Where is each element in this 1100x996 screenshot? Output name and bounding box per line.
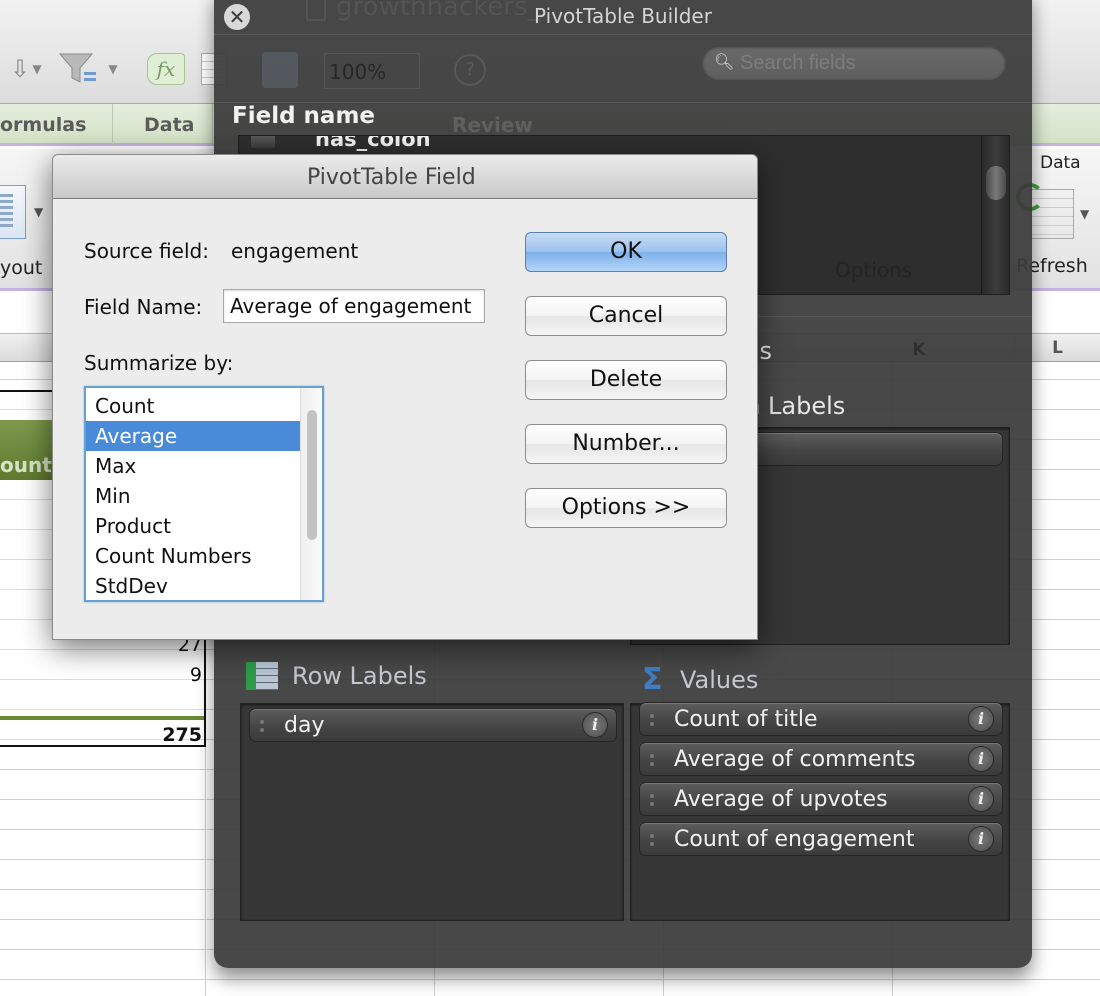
layout-button[interactable] <box>0 185 26 239</box>
pivot-total-border <box>0 716 204 720</box>
summarize-by-listbox[interactable]: Count Average Max Min Product Count Numb… <box>84 386 324 602</box>
dialog-titlebar[interactable]: PivotTable Field <box>53 155 757 199</box>
info-icon[interactable]: i <box>968 706 994 732</box>
cancel-button[interactable]: Cancel <box>525 296 727 336</box>
ghost-options-label: Options <box>835 258 913 282</box>
info-icon[interactable]: i <box>968 826 994 852</box>
drag-handle-icon[interactable] <box>640 783 664 815</box>
field-name-header: Field name <box>232 103 376 129</box>
summarize-option[interactable]: Max <box>86 451 300 481</box>
layout-label: yout <box>0 257 43 279</box>
info-icon[interactable]: i <box>968 746 994 772</box>
layout-dropdown-icon[interactable]: ▼ <box>34 205 43 219</box>
media-browser-icon <box>262 52 298 88</box>
pivottable-field-dialog: PivotTable Field Source field: engagemen… <box>52 154 758 640</box>
search-fields-field[interactable] <box>740 50 990 76</box>
refresh-dropdown-icon[interactable]: ▼ <box>1080 207 1089 221</box>
values-pill[interactable]: Average of comments i <box>639 742 1003 776</box>
ok-button[interactable]: OK <box>525 232 727 272</box>
field-list-scrollbar[interactable] <box>981 136 1009 294</box>
ghost-column-k: K <box>912 340 926 360</box>
field-list-item[interactable]: nas_colon <box>251 135 431 151</box>
source-field-value: engagement <box>231 239 359 263</box>
filter-icon[interactable] <box>56 52 100 86</box>
summarize-option[interactable]: Count <box>86 391 300 421</box>
field-name-label: Field Name: <box>84 295 203 319</box>
field-checkbox[interactable] <box>251 136 275 148</box>
summarize-option[interactable]: StdDev <box>86 571 300 600</box>
search-icon: 🔍︎ <box>714 52 735 71</box>
divider <box>214 34 1032 35</box>
dialog-title: PivotTable Field <box>307 165 476 190</box>
listbox-scroll-thumb[interactable] <box>307 410 317 540</box>
values-area[interactable]: Count of title i Average of comments i A… <box>630 702 1010 921</box>
row-labels-header: Row Labels <box>246 662 427 690</box>
summarize-option-selected[interactable]: Average <box>86 421 300 451</box>
field-list-scroll-thumb[interactable] <box>986 166 1006 200</box>
options-button[interactable]: Options >> <box>525 488 727 528</box>
values-pill[interactable]: Average of upvotes i <box>639 782 1003 816</box>
values-header: Σ Values <box>642 662 759 697</box>
summarize-option[interactable]: Min <box>86 481 300 511</box>
row-labels-icon <box>246 662 278 690</box>
search-fields-input[interactable]: 🔍︎ <box>702 46 1006 80</box>
tab-formulas[interactable]: ormulas <box>0 104 113 146</box>
layout-icon <box>0 194 13 230</box>
builder-titlebar[interactable]: ✕ PivotTable Builder <box>214 0 1032 30</box>
listbox-scrollbar[interactable] <box>300 388 322 600</box>
pivot-grand-total-cell[interactable]: 275 <box>162 724 202 746</box>
drag-handle-icon[interactable] <box>250 709 274 741</box>
summarize-by-label: Summarize by: <box>84 351 234 375</box>
sigma-icon: Σ <box>642 662 663 697</box>
function-icon[interactable]: fx <box>146 52 186 86</box>
values-pill[interactable]: Count of engagement i <box>639 822 1003 856</box>
info-icon[interactable]: i <box>968 786 994 812</box>
drag-handle-icon[interactable] <box>640 703 664 735</box>
data-group-label: Data <box>1040 153 1081 173</box>
delete-button[interactable]: Delete <box>525 360 727 400</box>
number-format-button[interactable]: Number... <box>525 424 727 464</box>
row-labels-pill[interactable]: day i <box>249 708 617 742</box>
zoom-select: 100% <box>324 53 420 89</box>
field-name: nas_colon <box>315 135 431 151</box>
drag-handle-icon[interactable] <box>640 743 664 775</box>
sort-dropdown-icon[interactable]: ▼ <box>30 52 44 86</box>
summarize-option[interactable]: Product <box>86 511 300 541</box>
field-name-input[interactable] <box>223 289 485 323</box>
row-labels-area[interactable]: day i <box>240 703 624 921</box>
values-pill[interactable]: Count of title i <box>639 702 1003 736</box>
info-icon[interactable]: i <box>582 712 608 738</box>
builder-title: PivotTable Builder <box>534 4 712 28</box>
drag-handle-icon[interactable] <box>640 823 664 855</box>
help-icon: ? <box>454 54 486 86</box>
filter-dropdown-icon[interactable]: ▼ <box>106 52 120 86</box>
pivot-value-cell[interactable]: 9 <box>190 664 202 686</box>
summarize-option[interactable]: Count Numbers <box>86 541 300 571</box>
tab-data[interactable]: Data <box>113 104 213 146</box>
ghost-tab-review: Review <box>452 113 533 137</box>
source-field-label: Source field: <box>84 239 209 263</box>
